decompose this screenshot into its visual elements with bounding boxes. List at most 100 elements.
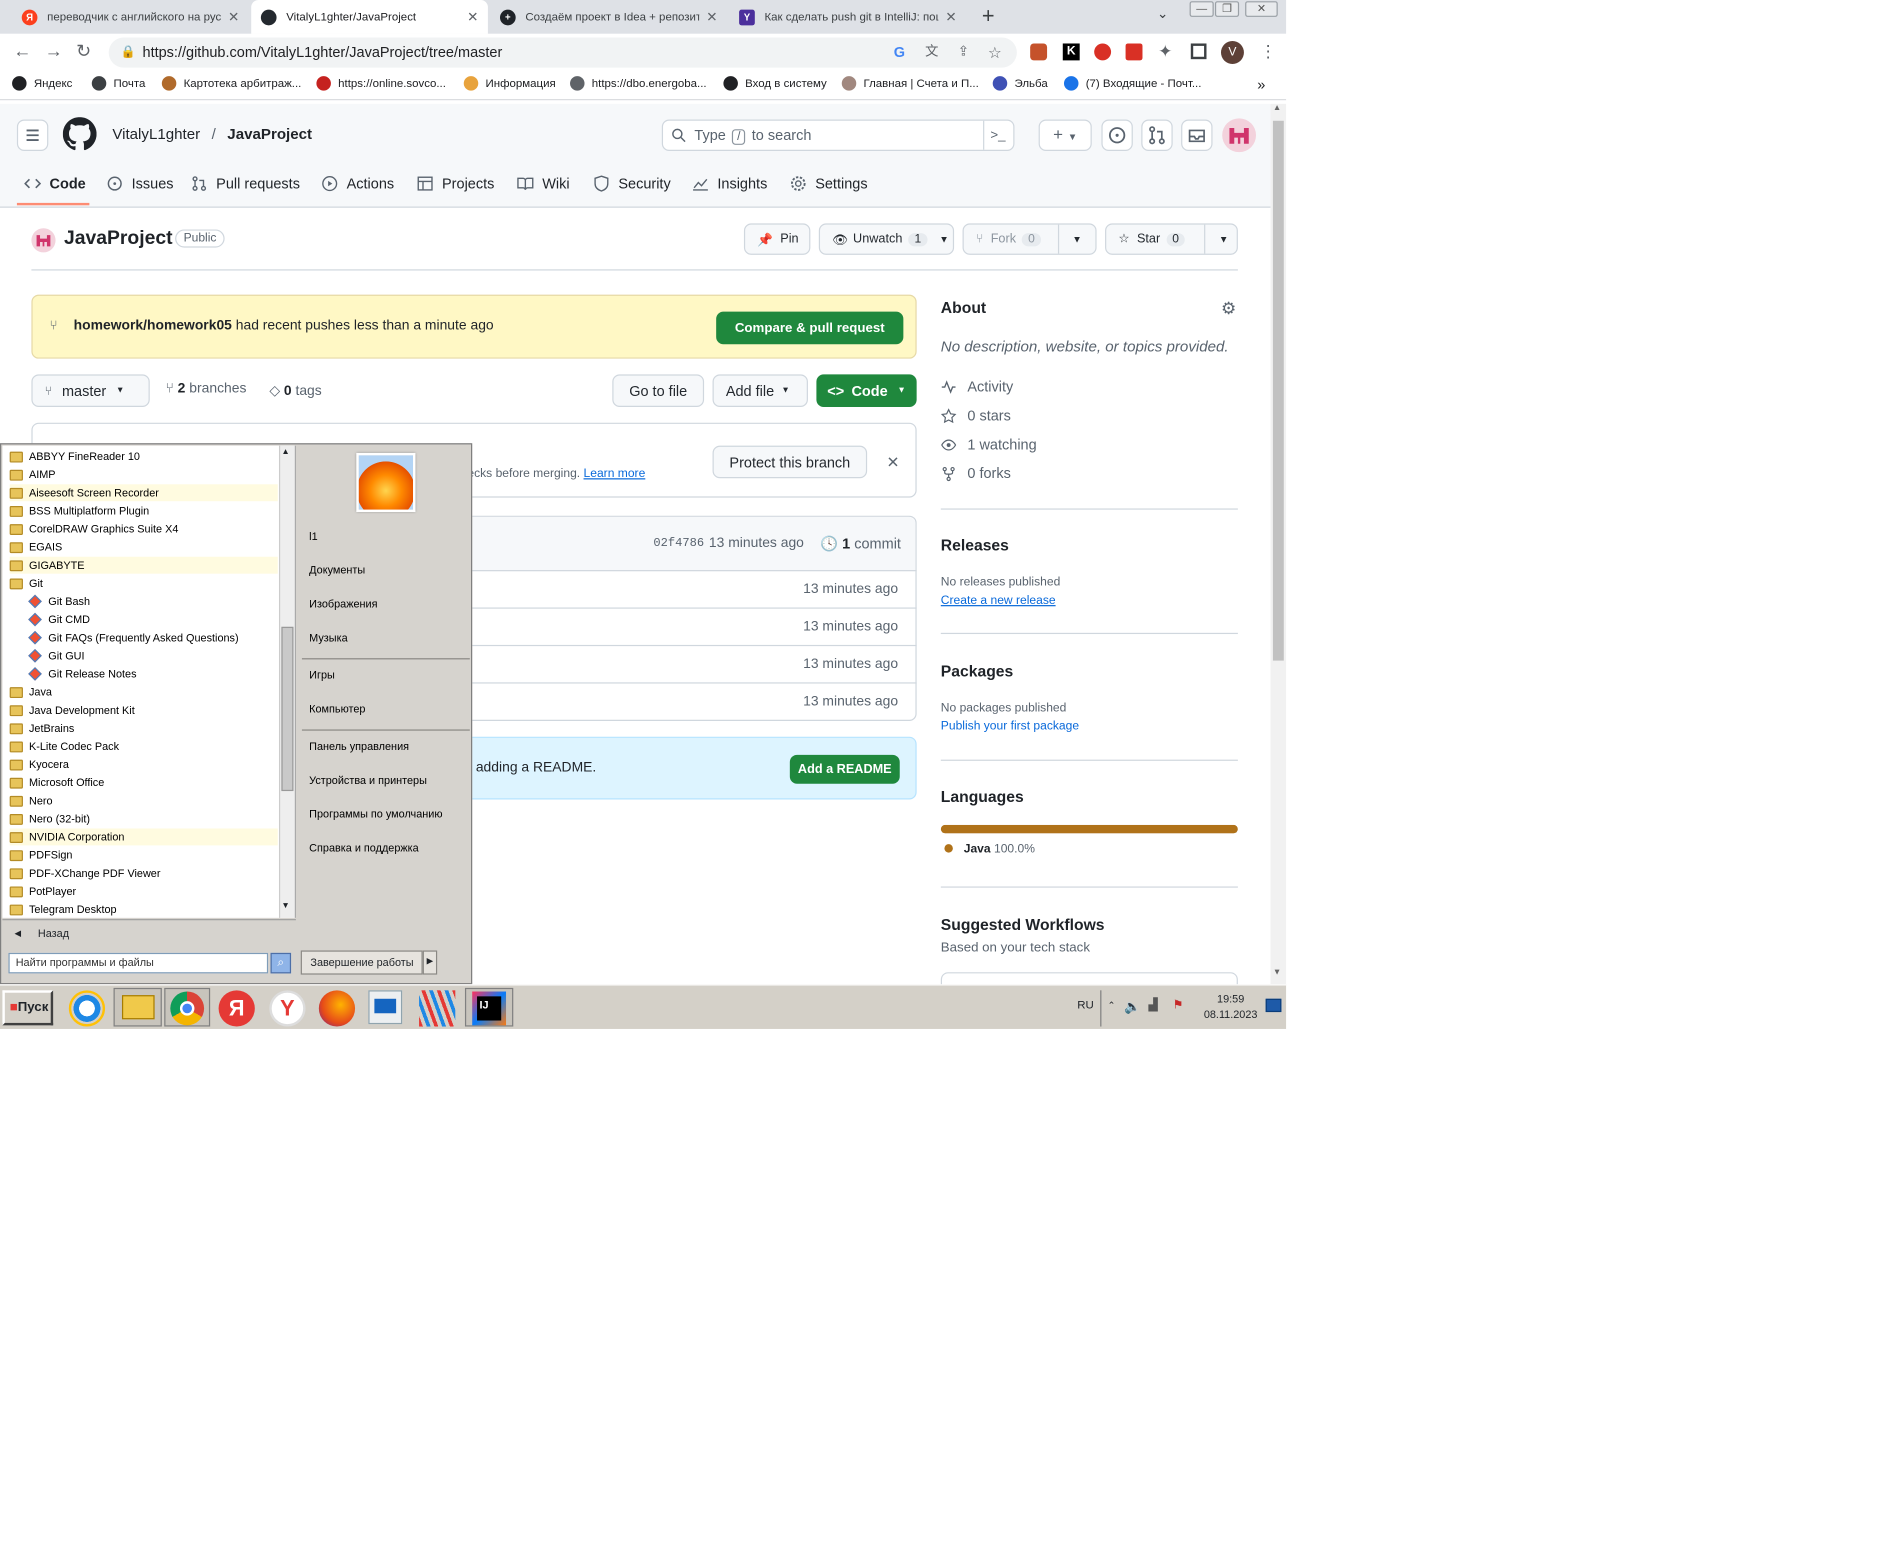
tray-expand-icon[interactable]: ⌃ [1107,1000,1115,1011]
add-readme-button[interactable]: Add a README [789,754,900,784]
program-folder[interactable]: Aiseesoft Screen Recorder [9,484,278,502]
volume-icon[interactable]: 🔈 [1124,999,1141,1014]
programs-scrollbar[interactable]: ▲ ▼ [278,445,295,918]
tab-insights[interactable]: Insights [692,175,767,192]
start-item-devices[interactable]: Устройства и принтеры [309,774,427,786]
shutdown-button[interactable]: Завершение работы [300,950,423,975]
back-icon[interactable]: ← [13,41,31,62]
github-logo-icon[interactable] [62,117,97,151]
show-desktop-button[interactable] [1265,998,1282,1013]
pull-requests-icon[interactable] [1141,119,1173,151]
bookmark-item[interactable]: Яндекс [12,76,72,91]
intellij-taskbar-button[interactable]: IJ [464,987,514,1027]
program-folder[interactable]: Nero (32-bit) [9,810,278,827]
owner-link[interactable]: VitalyL1ghter [112,126,200,143]
program-folder[interactable]: PDF-XChange PDF Viewer [9,865,278,882]
tab-github[interactable]: VitalyL1ghter/JavaProject ✕ [251,0,488,34]
bookmark-item[interactable]: Картотека арбитраж... [161,76,301,91]
tab-idea-project[interactable]: + Создаём проект в Idea + репозито ✕ [490,0,727,34]
start-item-user[interactable]: l1 [309,530,317,542]
language-indicator[interactable]: RU [1077,999,1094,1012]
program-shortcut[interactable]: Git GUI [10,647,278,664]
fork-button[interactable]: ⑂ Fork 0 ▼ [962,223,1097,255]
restore-button[interactable]: ❐ [1214,1,1240,17]
gear-icon[interactable]: ⚙ [1221,298,1236,319]
puzzle-icon[interactable]: ✦ [1158,41,1172,62]
program-folder[interactable]: GIGABYTE [9,556,278,574]
translate-icon[interactable]: 文 [925,37,938,67]
program-folder[interactable]: Java Development Kit [9,702,278,719]
explorer-taskbar-button[interactable] [113,987,162,1027]
command-palette-icon[interactable]: >_ [990,121,1005,150]
unwatch-button[interactable]: 👁 Unwatch 1 ▼ [818,223,955,255]
bookmark-item[interactable]: https://dbo.energoba... [570,76,707,91]
bookmark-item[interactable]: Вход в систему [723,76,827,91]
inbox-icon[interactable] [1181,119,1213,151]
issues-icon[interactable] [1101,119,1133,151]
minimize-button[interactable]: — [1189,1,1214,17]
learn-more-link[interactable]: Learn more [584,467,646,480]
bookmark-item[interactable]: Информация [463,76,556,91]
chevron-down-icon[interactable]: ⌄ [1157,6,1168,22]
tab-pull-requests[interactable]: Pull requests [191,175,300,192]
program-folder[interactable]: AIMP [9,466,278,483]
page-scrollbar[interactable]: ▲ ▼ [1270,103,1287,985]
program-folder[interactable]: Telegram Desktop [9,901,278,918]
close-tab-icon[interactable]: ✕ [706,9,717,24]
bookmark-item[interactable]: https://online.sovco... [316,76,446,91]
branch-select-button[interactable]: ⑂ master ▼ [31,374,150,407]
packages-heading[interactable]: Packages [941,662,1013,680]
language-java[interactable]: Java 100.0% [944,843,1035,856]
extension-k-icon[interactable]: K [1062,43,1080,61]
search-input[interactable]: Type / to search >_ [661,119,1015,151]
reload-icon[interactable]: ↻ [76,40,91,62]
program-shortcut[interactable]: Git Release Notes [10,665,278,682]
start-item-pictures[interactable]: Изображения [309,598,377,610]
star-button[interactable]: ☆ Star 0 ▼ [1105,223,1238,255]
hamburger-menu-button[interactable] [16,119,49,151]
new-tab-button[interactable]: + [982,4,995,29]
tab-projects[interactable]: Projects [417,175,494,192]
branches-link[interactable]: ⑂ 2 branches [165,382,246,396]
start-item-help[interactable]: Справка и поддержка [309,842,419,854]
chrome-taskbar-button[interactable] [164,987,211,1027]
start-item-games[interactable]: Игры [309,669,335,681]
program-folder[interactable]: PotPlayer [9,883,278,900]
internet-explorer-icon[interactable] [68,990,106,1027]
side-panel-icon[interactable] [1190,43,1207,60]
user-picture[interactable] [356,452,416,513]
search-icon[interactable]: ⌕ [270,952,292,974]
repo-link[interactable]: JavaProject [227,126,312,143]
yandex-browser-icon[interactable]: Я [218,990,255,1027]
program-folder[interactable]: EGAIS [9,539,278,556]
search-programs-input[interactable]: Найти программы и файлы [8,952,269,974]
close-icon[interactable]: ✕ [886,453,899,472]
google-icon[interactable]: G [894,37,905,67]
compare-pull-request-button[interactable]: Compare & pull request [716,311,904,345]
network-icon[interactable]: ▟ [1149,999,1158,1012]
commit-hash-link[interactable]: 02f4786 [653,537,704,550]
program-folder[interactable]: JetBrains [9,720,278,737]
program-folder[interactable]: Git [9,575,278,592]
tab-issues[interactable]: Issues [106,175,174,192]
clock-date[interactable]: 08.11.2023 [1200,1008,1260,1020]
add-file-button[interactable]: Add file ▼ [712,374,808,407]
firefox-icon[interactable] [318,990,356,1027]
create-new-button[interactable]: + ▼ [1038,119,1092,151]
tab-wiki[interactable]: Wiki [517,175,570,192]
close-tab-icon[interactable]: ✕ [945,9,956,24]
extension-icon[interactable] [1030,43,1048,61]
program-shortcut[interactable]: Git FAQs (Frequently Asked Questions) [10,629,278,646]
scroll-down-arrow[interactable]: ▼ [1273,969,1281,977]
start-item-default-programs[interactable]: Программы по умолчанию [309,808,442,820]
program-shortcut[interactable]: Git Bash [10,593,278,610]
yandex-icon[interactable]: Y [269,990,306,1027]
program-folder[interactable]: BSS Multiplatform Plugin [9,502,278,519]
bookmark-item[interactable]: Эльба [992,76,1048,91]
user-avatar[interactable] [1222,118,1257,153]
program-folder[interactable]: Microsoft Office [9,774,278,791]
program-folder[interactable]: ABBYY FineReader 10 [9,448,278,465]
app-icon[interactable] [368,990,403,1025]
program-shortcut[interactable]: Git CMD [10,611,278,628]
profile-avatar[interactable]: V [1220,41,1244,65]
